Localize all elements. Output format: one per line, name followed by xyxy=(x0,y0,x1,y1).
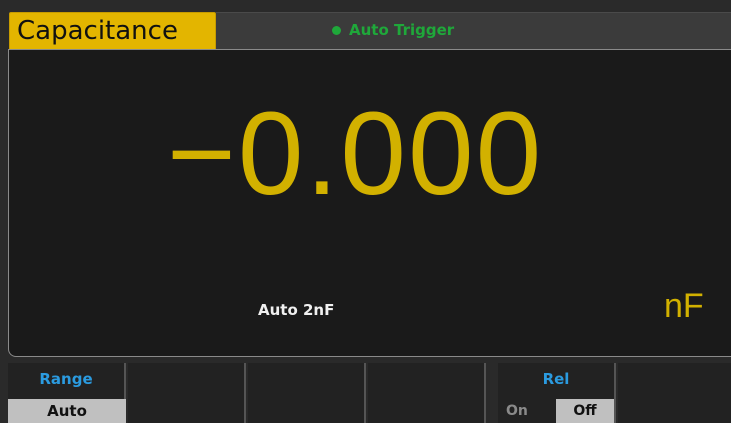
softkey-rel-title: Rel xyxy=(542,370,570,388)
rel-options: On Off xyxy=(498,399,614,423)
softkey-rel[interactable]: Rel On Off xyxy=(498,363,616,423)
measurement-panel: −0.000 Auto 2nF nF xyxy=(8,49,731,357)
softkey-range-value: Auto xyxy=(8,399,126,423)
mode-tab-capacitance[interactable]: Capacitance xyxy=(9,12,216,50)
softkey-3[interactable] xyxy=(248,363,366,423)
measurement-reading: −0.000 xyxy=(167,88,544,220)
softkey-range-title: Range xyxy=(39,370,93,388)
rel-option-off: Off xyxy=(556,399,614,423)
tab-track xyxy=(216,12,731,50)
trigger-status: Auto Trigger xyxy=(332,14,454,46)
range-indicator: Auto 2nF xyxy=(258,301,335,319)
top-bar: Capacitance Auto Trigger xyxy=(0,0,731,50)
softkey-2[interactable] xyxy=(128,363,246,423)
softkey-4[interactable] xyxy=(368,363,486,423)
trigger-indicator-icon xyxy=(332,25,341,35)
trigger-status-label: Auto Trigger xyxy=(349,21,455,39)
rel-option-on: On xyxy=(506,403,528,419)
unit-label: nF xyxy=(664,287,704,325)
softkey-range[interactable]: Range Auto xyxy=(8,363,126,423)
softkey-6[interactable] xyxy=(618,363,731,423)
softkey-bar: Range Auto Rel On Off xyxy=(0,363,731,423)
